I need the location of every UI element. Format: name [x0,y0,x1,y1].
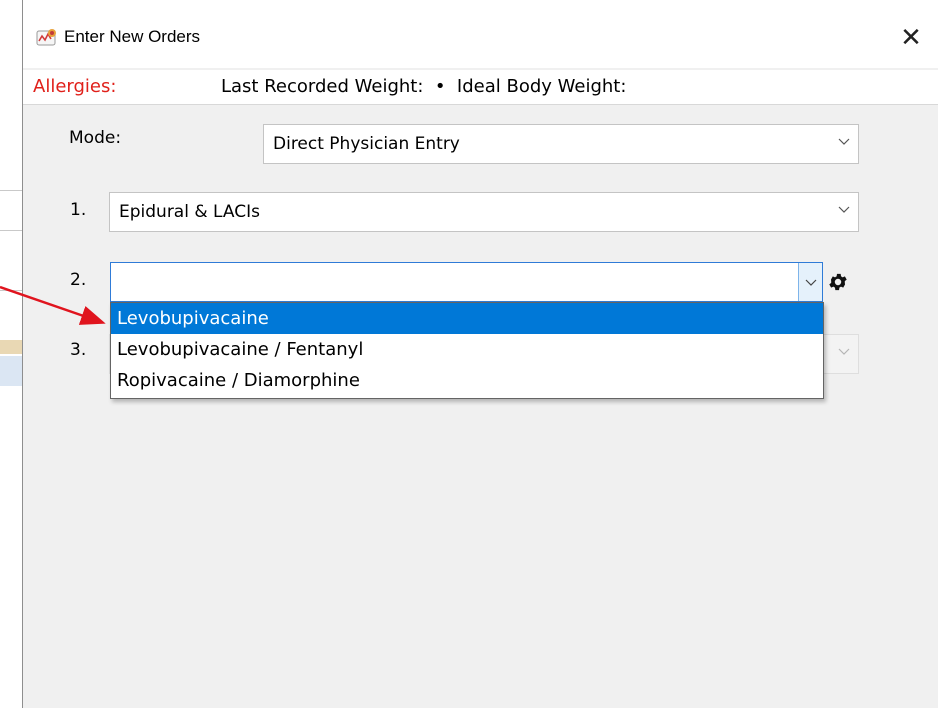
chevron-down-icon [805,279,817,286]
gear-icon[interactable] [827,271,849,293]
mode-label: Mode: [69,128,122,148]
chevron-down-icon [838,206,850,213]
drug-dropdown-list: Levobupivacaine Levobupivacaine / Fentan… [110,302,824,399]
category-select-value: Epidural & LACIs [119,202,260,222]
row2-label: 2. [70,270,87,290]
category-select[interactable]: Epidural & LACIs [109,192,859,232]
row1-label: 1. [70,200,87,220]
enter-new-orders-dialog: Enter New Orders ✕ Allergies: Last Recor… [22,0,938,708]
dropdown-arrow-button[interactable] [798,263,822,301]
close-button[interactable]: ✕ [891,18,931,58]
mode-select-value: Direct Physician Entry [273,134,460,154]
dropdown-option-levobupivacaine[interactable]: Levobupivacaine [111,303,823,334]
weight-info: Last Recorded Weight: • Ideal Body Weigh… [221,76,627,97]
window-title: Enter New Orders [64,27,201,46]
drug-select[interactable] [110,262,823,302]
app-logo-icon [36,29,56,46]
patient-info-bar: Allergies: Last Recorded Weight: • Ideal… [23,70,938,105]
chevron-down-icon [838,348,850,355]
dropdown-option-levobupivacaine-fentanyl[interactable]: Levobupivacaine / Fentanyl [111,334,823,365]
mode-select[interactable]: Direct Physician Entry [263,124,859,164]
title-bar[interactable]: Enter New Orders ✕ [23,0,938,68]
dropdown-option-ropivacaine-diamorphine[interactable]: Ropivacaine / Diamorphine [111,365,823,396]
allergies-label: Allergies: [33,76,117,97]
chevron-down-icon [838,138,850,145]
row3-label: 3. [70,340,87,360]
